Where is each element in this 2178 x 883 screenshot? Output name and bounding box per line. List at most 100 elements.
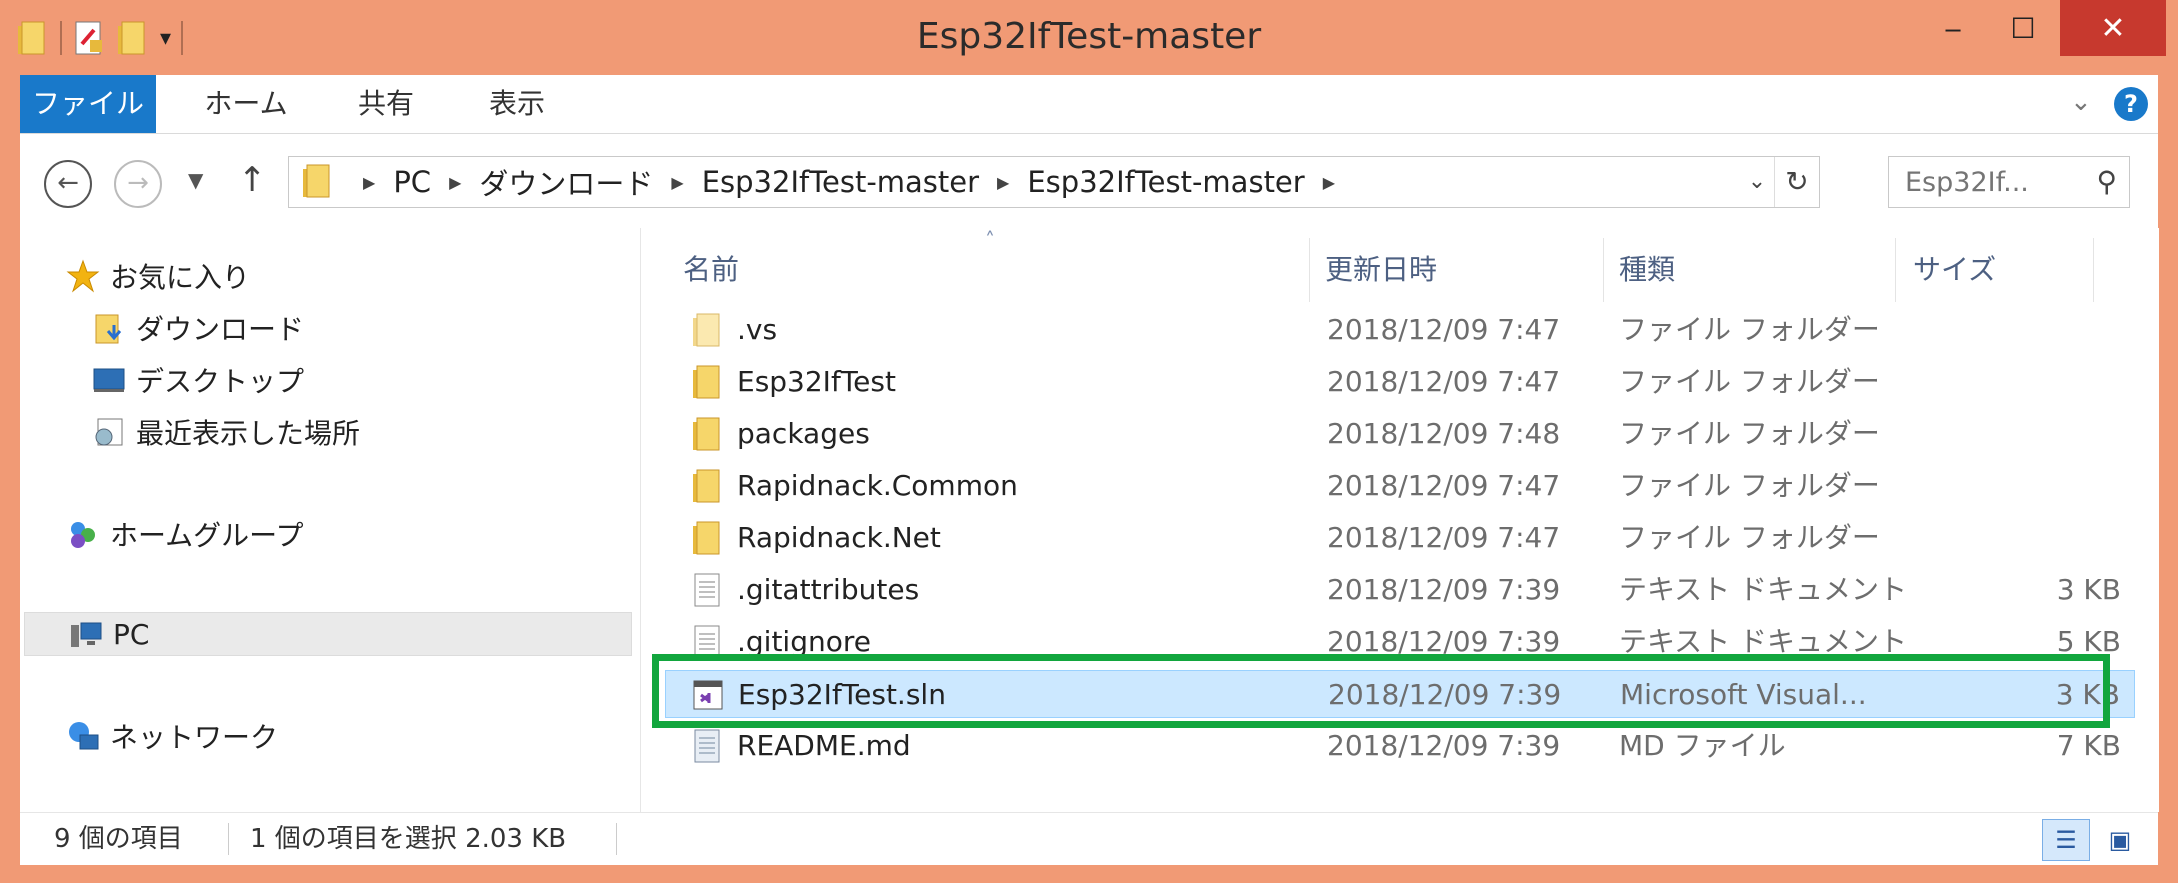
file-size: 7 KB xyxy=(2056,729,2121,762)
title-bar[interactable]: ▾ Esp32IfTest-master ‒ ☐ ✕ xyxy=(0,0,2178,74)
breadcrumb-arrow-icon[interactable]: ▶ xyxy=(363,173,375,192)
column-header-name[interactable]: 名前 xyxy=(683,238,739,302)
help-button[interactable]: ? xyxy=(2114,87,2148,121)
navigation-pane: お気に入り ダウンロード デスクトップ 最近表示した場所 ホームグループ PC … xyxy=(20,228,640,812)
tab-file[interactable]: ファイル xyxy=(20,75,156,133)
search-icon[interactable]: ⚲ xyxy=(2096,165,2117,198)
sidebar-item-recent-places[interactable]: 最近表示した場所 xyxy=(92,410,360,454)
downloads-folder-icon xyxy=(95,314,122,344)
desktop-icon xyxy=(93,368,125,392)
column-separator[interactable] xyxy=(1895,238,1896,302)
sidebar-item-favorites[interactable]: お気に入り xyxy=(66,254,250,298)
sidebar-item-label: ダウンロード xyxy=(136,313,305,346)
file-type: ファイル フォルダー xyxy=(1619,521,1880,554)
search-input[interactable] xyxy=(1903,165,2077,199)
breadcrumb-arrow-icon[interactable]: ▶ xyxy=(671,173,683,192)
large-icons-view-button[interactable]: ▣ xyxy=(2096,819,2144,861)
pc-icon xyxy=(71,622,102,647)
item-count: 9 個の項目 xyxy=(54,824,183,854)
column-separator[interactable] xyxy=(2093,238,2094,302)
sidebar-item-label: 最近表示した場所 xyxy=(136,417,361,450)
file-date: 2018/12/09 7:47 xyxy=(1327,521,1561,554)
file-type: ファイル フォルダー xyxy=(1619,365,1880,398)
minimize-button[interactable]: ‒ xyxy=(1918,0,1988,56)
tab-view[interactable]: 表示 xyxy=(462,75,572,133)
file-type: ファイル フォルダー xyxy=(1619,417,1880,450)
folder-icon xyxy=(693,469,720,503)
sidebar-item-network[interactable]: ネットワーク xyxy=(66,714,278,758)
folder-icon xyxy=(693,313,720,347)
file-type: テキスト ドキュメント xyxy=(1619,573,1908,606)
status-separator xyxy=(228,823,229,855)
column-header-date[interactable]: 更新日時 xyxy=(1325,238,1437,302)
tab-home[interactable]: ホーム xyxy=(176,75,316,133)
breadcrumb-pc[interactable]: PC xyxy=(393,165,431,199)
search-box[interactable]: ⚲ xyxy=(1888,156,2130,208)
file-date: 2018/12/09 7:47 xyxy=(1327,313,1561,346)
file-name: Esp32IfTest xyxy=(737,365,896,398)
network-icon xyxy=(69,722,99,750)
forward-button[interactable]: → xyxy=(114,160,162,208)
folder-icon xyxy=(693,521,720,555)
explorer-window: ▾ Esp32IfTest-master ‒ ☐ ✕ ファイル ホーム 共有 表… xyxy=(0,0,2178,883)
address-history-chevron-icon[interactable]: ⌄ xyxy=(1739,157,1775,207)
text-file-icon xyxy=(694,573,720,607)
sidebar-item-label: PC xyxy=(113,617,150,651)
file-name: .gitattributes xyxy=(737,573,920,606)
list-item[interactable]: Rapidnack.Net 2018/12/09 7:47 ファイル フォルダー xyxy=(665,514,2135,562)
details-view-button[interactable]: ☰ xyxy=(2042,819,2090,861)
file-name: Rapidnack.Net xyxy=(737,521,941,554)
file-date: 2018/12/09 7:47 xyxy=(1327,469,1561,502)
breadcrumb-esp32iftest-master[interactable]: Esp32IfTest-master xyxy=(1027,165,1304,199)
file-size: 3 KB xyxy=(2056,573,2121,606)
file-date: 2018/12/09 7:39 xyxy=(1327,573,1561,606)
breadcrumb-arrow-icon[interactable]: ▶ xyxy=(1323,173,1335,192)
selection-info: 1 個の項目を選択 2.03 KB xyxy=(250,824,567,854)
list-item[interactable]: Rapidnack.Common 2018/12/09 7:47 ファイル フォ… xyxy=(665,462,2135,510)
list-item[interactable]: README.md 2018/12/09 7:39 MD ファイル 7 KB xyxy=(665,722,2135,770)
breadcrumb-downloads[interactable]: ダウンロード xyxy=(479,161,653,203)
breadcrumb-arrow-icon[interactable]: ▶ xyxy=(449,173,461,192)
column-separator[interactable] xyxy=(1603,238,1604,302)
recent-locations-dropdown-icon[interactable]: ▼ xyxy=(188,168,203,192)
list-item[interactable]: packages 2018/12/09 7:48 ファイル フォルダー xyxy=(665,410,2135,458)
address-bar[interactable]: ▶ PC ▶ ダウンロード ▶ Esp32IfTest-master ▶ Esp… xyxy=(288,156,1820,208)
column-header-type[interactable]: 種類 xyxy=(1619,238,1675,302)
breadcrumb-arrow-icon[interactable]: ▶ xyxy=(997,173,1009,192)
file-date: 2018/12/09 7:47 xyxy=(1327,365,1561,398)
status-bar: 9 個の項目 1 個の項目を選択 2.03 KB ☰ ▣ xyxy=(20,812,2158,865)
column-header-size[interactable]: サイズ xyxy=(1913,238,1996,302)
breadcrumb: ▶ PC ▶ ダウンロード ▶ Esp32IfTest-master ▶ Esp… xyxy=(345,157,1353,207)
sidebar-item-pc[interactable]: PC xyxy=(24,612,632,656)
recent-places-icon xyxy=(95,418,123,446)
sidebar-item-label: ネットワーク xyxy=(110,721,279,754)
list-item[interactable]: .vs 2018/12/09 7:47 ファイル フォルダー xyxy=(665,306,2135,354)
list-item[interactable]: Esp32IfTest 2018/12/09 7:47 ファイル フォルダー xyxy=(665,358,2135,406)
column-separator[interactable] xyxy=(1309,238,1310,302)
sidebar-item-homegroup[interactable]: ホームグループ xyxy=(66,512,303,556)
expand-ribbon-chevron-icon[interactable]: ⌄ xyxy=(2070,87,2092,117)
sidebar-item-desktop[interactable]: デスクトップ xyxy=(92,358,304,402)
maximize-button[interactable]: ☐ xyxy=(1988,0,2058,56)
list-item[interactable]: .gitattributes 2018/12/09 7:39 テキスト ドキュメ… xyxy=(665,566,2135,614)
breadcrumb-esp32iftest-master-parent[interactable]: Esp32IfTest-master xyxy=(702,165,979,199)
file-type: MD ファイル xyxy=(1619,729,1786,762)
file-name: packages xyxy=(737,417,870,450)
file-date: 2018/12/09 7:48 xyxy=(1327,417,1561,450)
navigation-bar: ← → ▼ ↑ ▶ PC ▶ ダウンロード ▶ Esp32IfTest-mast… xyxy=(20,134,2158,228)
status-separator xyxy=(616,823,617,855)
up-button[interactable]: ↑ xyxy=(238,160,267,200)
highlight-annotation xyxy=(652,654,2110,728)
file-type: ファイル フォルダー xyxy=(1619,313,1880,346)
sidebar-item-label: お気に入り xyxy=(110,261,251,294)
file-date: 2018/12/09 7:39 xyxy=(1327,729,1561,762)
file-type: ファイル フォルダー xyxy=(1619,469,1880,502)
close-button[interactable]: ✕ xyxy=(2060,0,2166,56)
sidebar-item-downloads[interactable]: ダウンロード xyxy=(92,306,304,350)
tab-share[interactable]: 共有 xyxy=(326,75,446,133)
back-button[interactable]: ← xyxy=(44,160,92,208)
folder-icon xyxy=(693,365,720,399)
markdown-file-icon xyxy=(694,729,720,763)
refresh-button[interactable]: ↻ xyxy=(1774,157,1819,207)
star-icon xyxy=(66,259,100,293)
